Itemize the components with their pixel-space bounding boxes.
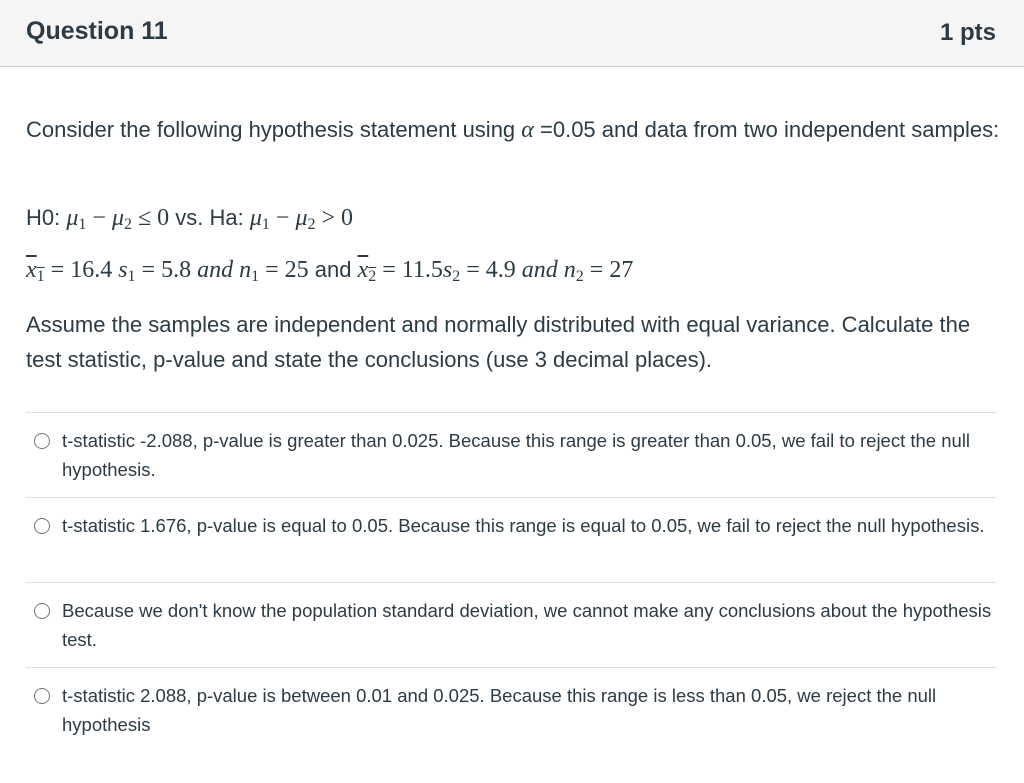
answer-option[interactable]: t-statistic 1.676, p-value is equal to 0… (26, 498, 996, 583)
sample-data: x1 = 16.4 s1 = 5.8 and n1 = 25 and x2 = … (26, 257, 634, 285)
question-header: Question 11 1 pts (0, 0, 1024, 67)
answer-label[interactable]: t-statistic 1.676, p-value is equal to 0… (62, 511, 992, 540)
radio-button[interactable] (34, 518, 50, 534)
question-title: Question 11 (26, 17, 168, 45)
question-points: 1 pts (939, 19, 996, 46)
answer-label[interactable]: t-statistic -2.088, p-value is greater t… (62, 426, 992, 484)
radio-button[interactable] (34, 603, 50, 619)
answer-option[interactable]: t-statistic -2.088, p-value is greater t… (26, 413, 996, 498)
answer-label[interactable]: Because we don't know the population sta… (62, 596, 992, 654)
question-instructions: Assume the samples are independent and n… (26, 312, 971, 372)
answer-list: t-statistic -2.088, p-value is greater t… (26, 412, 996, 753)
radio-button[interactable] (34, 433, 50, 449)
question-intro: Consider the following hypothesis statem… (26, 117, 1000, 143)
question-body: Consider the following hypothesis statem… (26, 112, 1001, 372)
alpha-symbol: α (521, 117, 534, 143)
hypothesis-statement: H0: μ1 − μ2 ≤ 0 vs. Ha: μ1 − μ2 > 0 (26, 205, 354, 233)
radio-button[interactable] (34, 688, 50, 704)
answer-option[interactable]: Because we don't know the population sta… (26, 583, 996, 668)
answer-label[interactable]: t-statistic 2.088, p-value is between 0.… (62, 681, 992, 739)
answer-option[interactable]: t-statistic 2.088, p-value is between 0.… (26, 668, 996, 753)
